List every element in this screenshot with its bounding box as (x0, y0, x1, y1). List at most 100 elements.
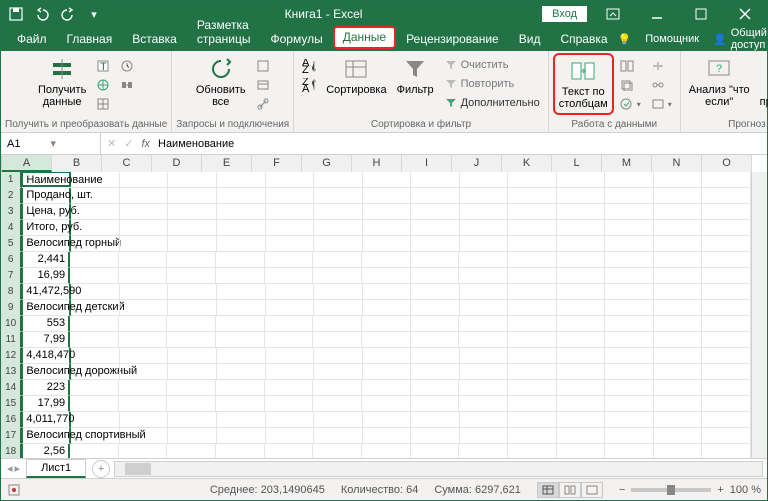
clear-filter-button[interactable]: Очистить (440, 56, 544, 74)
cell[interactable] (508, 428, 557, 444)
tab-file[interactable]: Файл (7, 28, 57, 51)
cell[interactable] (119, 444, 168, 458)
cell[interactable] (411, 444, 460, 458)
cell[interactable] (702, 396, 751, 412)
record-macro-icon[interactable] (7, 483, 21, 497)
cell[interactable] (167, 268, 216, 284)
cell[interactable] (508, 300, 557, 316)
zoom-control[interactable]: − + 100 % (619, 484, 761, 496)
cell[interactable]: 16,99 (21, 268, 70, 284)
row-header[interactable]: 5 (1, 236, 22, 252)
cell[interactable] (120, 348, 169, 364)
cell[interactable] (167, 396, 216, 412)
cell[interactable] (508, 172, 557, 188)
cell[interactable] (702, 300, 751, 316)
cell[interactable] (702, 220, 751, 236)
redo-icon[interactable] (57, 3, 79, 25)
cell[interactable]: 17,99 (21, 396, 70, 412)
consolidate-icon[interactable] (647, 57, 676, 75)
row-header[interactable]: 13 (1, 364, 22, 380)
cell[interactable] (654, 188, 703, 204)
cell[interactable] (605, 364, 654, 380)
cell[interactable] (314, 220, 363, 236)
cell[interactable] (557, 284, 606, 300)
cell[interactable] (313, 396, 362, 412)
cell[interactable] (266, 284, 315, 300)
cell[interactable] (702, 348, 751, 364)
cell[interactable] (266, 172, 315, 188)
cell[interactable]: 2,56 (21, 444, 70, 458)
view-normal-icon[interactable] (537, 482, 559, 498)
row-header[interactable]: 18 (1, 444, 22, 458)
cell[interactable] (702, 412, 751, 428)
cell[interactable] (168, 348, 217, 364)
cell[interactable] (654, 172, 703, 188)
view-page-layout-icon[interactable] (559, 482, 581, 498)
reapply-button[interactable]: Повторить (440, 75, 544, 93)
from-table-icon[interactable] (92, 95, 114, 113)
remove-dup-icon[interactable] (616, 76, 645, 94)
cell[interactable] (363, 348, 412, 364)
cell[interactable] (702, 204, 751, 220)
cell[interactable] (265, 332, 314, 348)
cell[interactable] (120, 412, 169, 428)
cell[interactable] (460, 236, 509, 252)
cell[interactable] (508, 412, 557, 428)
cell[interactable] (460, 348, 509, 364)
cell[interactable] (605, 412, 654, 428)
cell[interactable] (508, 396, 557, 412)
column-header[interactable]: A (2, 155, 52, 172)
cell[interactable] (411, 172, 460, 188)
cell[interactable] (508, 316, 557, 332)
cell[interactable] (314, 428, 363, 444)
cell[interactable] (217, 300, 266, 316)
cell[interactable]: 2,441 (21, 252, 70, 268)
cell[interactable] (702, 284, 751, 300)
cell[interactable] (217, 412, 266, 428)
cell[interactable] (265, 380, 314, 396)
cell[interactable] (460, 300, 509, 316)
cell[interactable] (266, 348, 315, 364)
cell[interactable] (605, 380, 654, 396)
column-header[interactable]: G (302, 155, 352, 172)
row-header[interactable]: 12 (1, 348, 22, 364)
cell[interactable] (654, 396, 703, 412)
cell[interactable] (168, 364, 217, 380)
cell[interactable] (411, 300, 460, 316)
cell[interactable] (411, 332, 460, 348)
advanced-filter-button[interactable]: Дополнительно (440, 94, 544, 112)
cell[interactable] (217, 236, 266, 252)
view-page-break-icon[interactable] (581, 482, 603, 498)
cell[interactable] (119, 316, 168, 332)
cell[interactable] (120, 428, 169, 444)
cell[interactable] (557, 300, 606, 316)
cell[interactable]: Наименование (21, 172, 71, 187)
cell[interactable] (167, 444, 216, 458)
cell[interactable] (460, 220, 509, 236)
cell[interactable] (168, 172, 217, 188)
cell[interactable] (313, 316, 362, 332)
column-header[interactable]: K (502, 155, 552, 172)
recent-sources-icon[interactable] (116, 57, 138, 75)
cell[interactable] (411, 268, 460, 284)
filter-button[interactable]: Фильтр (393, 53, 438, 99)
cell[interactable] (605, 236, 654, 252)
cell[interactable] (605, 252, 654, 268)
cell[interactable] (168, 412, 217, 428)
cell[interactable] (120, 236, 169, 252)
cell[interactable] (508, 220, 557, 236)
get-data-button[interactable]: Получить данные (34, 53, 90, 111)
cell[interactable] (508, 380, 557, 396)
cell[interactable] (459, 332, 508, 348)
cell[interactable] (363, 236, 412, 252)
cell[interactable] (119, 396, 168, 412)
row-header[interactable]: 8 (1, 284, 22, 300)
cell[interactable] (314, 300, 363, 316)
cell[interactable] (702, 172, 751, 188)
cell[interactable] (120, 300, 169, 316)
save-icon[interactable] (5, 3, 27, 25)
cell[interactable] (605, 428, 654, 444)
cell[interactable] (71, 236, 120, 252)
cell[interactable] (363, 364, 412, 380)
cell[interactable] (265, 268, 314, 284)
